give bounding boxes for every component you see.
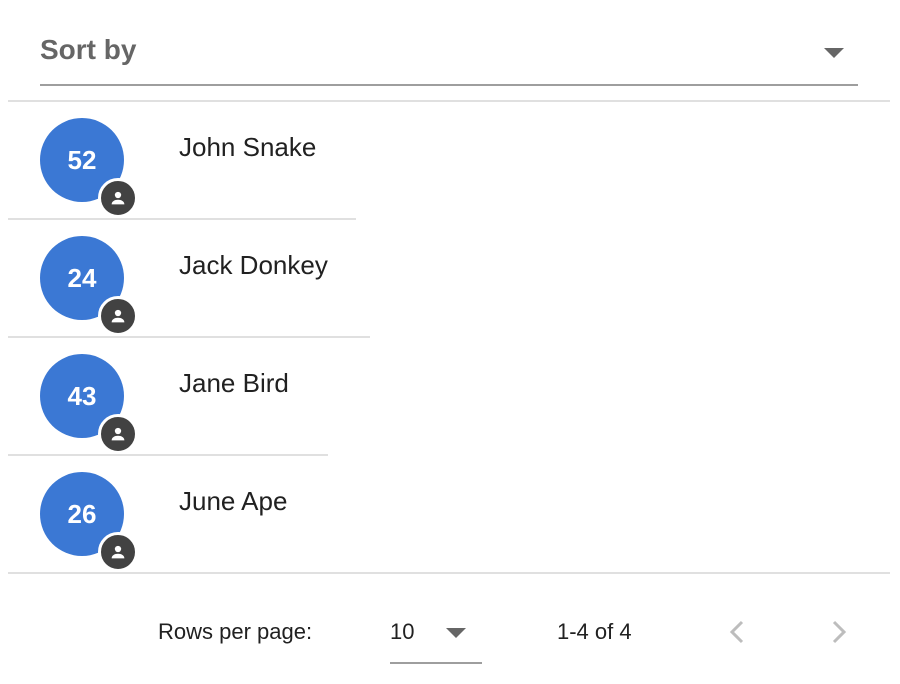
previous-page-button[interactable] bbox=[720, 614, 756, 650]
people-list: 52 John Snake 24 Jack Donkey 43 Jane Bir… bbox=[8, 102, 888, 574]
chevron-right-icon bbox=[832, 620, 847, 644]
age-value: 43 bbox=[67, 380, 97, 411]
person-name: June Ape bbox=[179, 486, 288, 516]
age-value: 52 bbox=[67, 144, 97, 175]
rows-per-page-select[interactable]: 10 bbox=[390, 608, 482, 664]
person-icon bbox=[98, 296, 138, 336]
list-bottom-divider bbox=[8, 572, 890, 574]
person-name: Jane Bird bbox=[179, 368, 289, 398]
age-value: 24 bbox=[67, 262, 97, 293]
chevron-left-icon bbox=[729, 620, 744, 644]
list-item[interactable]: 26 June Ape bbox=[8, 456, 888, 574]
person-icon bbox=[98, 414, 138, 454]
dropdown-arrow-icon bbox=[824, 48, 844, 58]
rows-per-page-value: 10 bbox=[390, 619, 415, 644]
sort-by-label: Sort by bbox=[40, 34, 137, 65]
list-item[interactable]: 43 Jane Bird bbox=[8, 338, 888, 456]
page-range: 1-4 of 4 bbox=[557, 619, 632, 644]
person-icon bbox=[98, 532, 138, 572]
age-value: 26 bbox=[67, 498, 97, 529]
dropdown-arrow-icon bbox=[446, 628, 466, 638]
person-icon bbox=[98, 178, 138, 218]
list-item[interactable]: 24 Jack Donkey bbox=[8, 220, 888, 338]
list-item[interactable]: 52 John Snake bbox=[8, 102, 888, 220]
rows-per-page-label: Rows per page: bbox=[158, 619, 313, 644]
sort-by-select[interactable]: Sort by bbox=[40, 20, 858, 86]
select-underline bbox=[40, 84, 858, 86]
next-page-button[interactable] bbox=[820, 614, 856, 650]
select-underline bbox=[390, 662, 482, 664]
person-name: Jack Donkey bbox=[179, 250, 328, 280]
person-name: John Snake bbox=[179, 132, 317, 162]
